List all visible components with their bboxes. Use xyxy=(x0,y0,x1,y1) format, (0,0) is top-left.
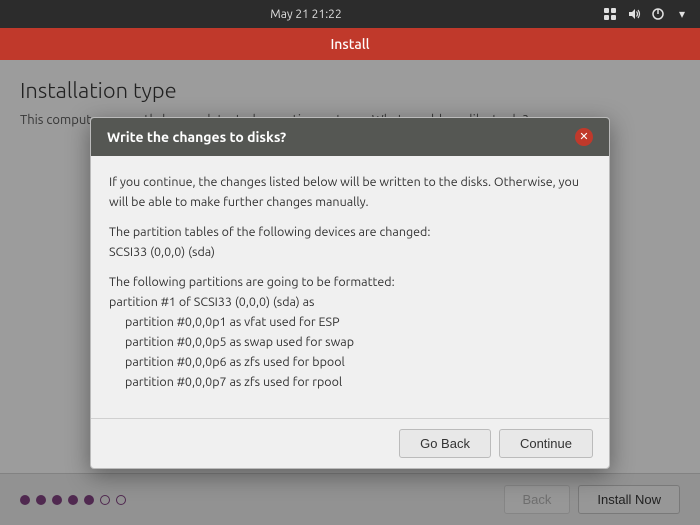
modal-partition5: partition #0,0,0p7 as zfs used for rpool xyxy=(125,375,342,389)
sound-icon[interactable] xyxy=(626,6,642,22)
modal-para3-text: The following partitions are going to be… xyxy=(109,275,395,289)
modal-partition1: partition #1 of SCSI33 (0,0,0) (sda) as xyxy=(109,295,314,309)
modal-para2-text: The partition tables of the following de… xyxy=(109,225,430,239)
title-bar: Install xyxy=(0,28,700,60)
modal-footer: Go Back Continue xyxy=(91,418,609,468)
datetime-label: May 21 21:22 xyxy=(270,8,341,21)
modal-partition3: partition #0,0,0p5 as swap used for swap xyxy=(125,335,354,349)
modal-partition2: partition #0,0,0p1 as vfat used for ESP xyxy=(125,315,340,329)
top-bar-datetime: May 21 21:22 xyxy=(270,8,341,21)
modal-close-button[interactable]: ✕ xyxy=(575,128,593,146)
modal-partition4: partition #0,0,0p6 as zfs used for bpool xyxy=(125,355,345,369)
settings-icon[interactable]: ▾ xyxy=(674,6,690,22)
modal-header: Write the changes to disks? ✕ xyxy=(91,118,609,156)
power-icon[interactable] xyxy=(650,6,666,22)
modal-device: SCSI33 (0,0,0) (sda) xyxy=(109,245,215,259)
top-bar: May 21 21:22 ▾ xyxy=(0,0,700,28)
go-back-button[interactable]: Go Back xyxy=(399,429,491,458)
modal-overlay: Write the changes to disks? ✕ If you con… xyxy=(0,60,700,525)
modal-para3: The following partitions are going to be… xyxy=(109,272,591,392)
main-area: Installation type This computer currentl… xyxy=(0,60,700,525)
network-icon[interactable] xyxy=(602,6,618,22)
modal-para1: If you continue, the changes listed belo… xyxy=(109,172,591,212)
modal-para2: The partition tables of the following de… xyxy=(109,222,591,262)
modal-dialog: Write the changes to disks? ✕ If you con… xyxy=(90,117,610,469)
window-title: Install xyxy=(330,36,369,52)
modal-title: Write the changes to disks? xyxy=(107,129,286,145)
modal-body: If you continue, the changes listed belo… xyxy=(91,156,609,418)
top-bar-icons: ▾ xyxy=(602,6,690,22)
continue-button[interactable]: Continue xyxy=(499,429,593,458)
